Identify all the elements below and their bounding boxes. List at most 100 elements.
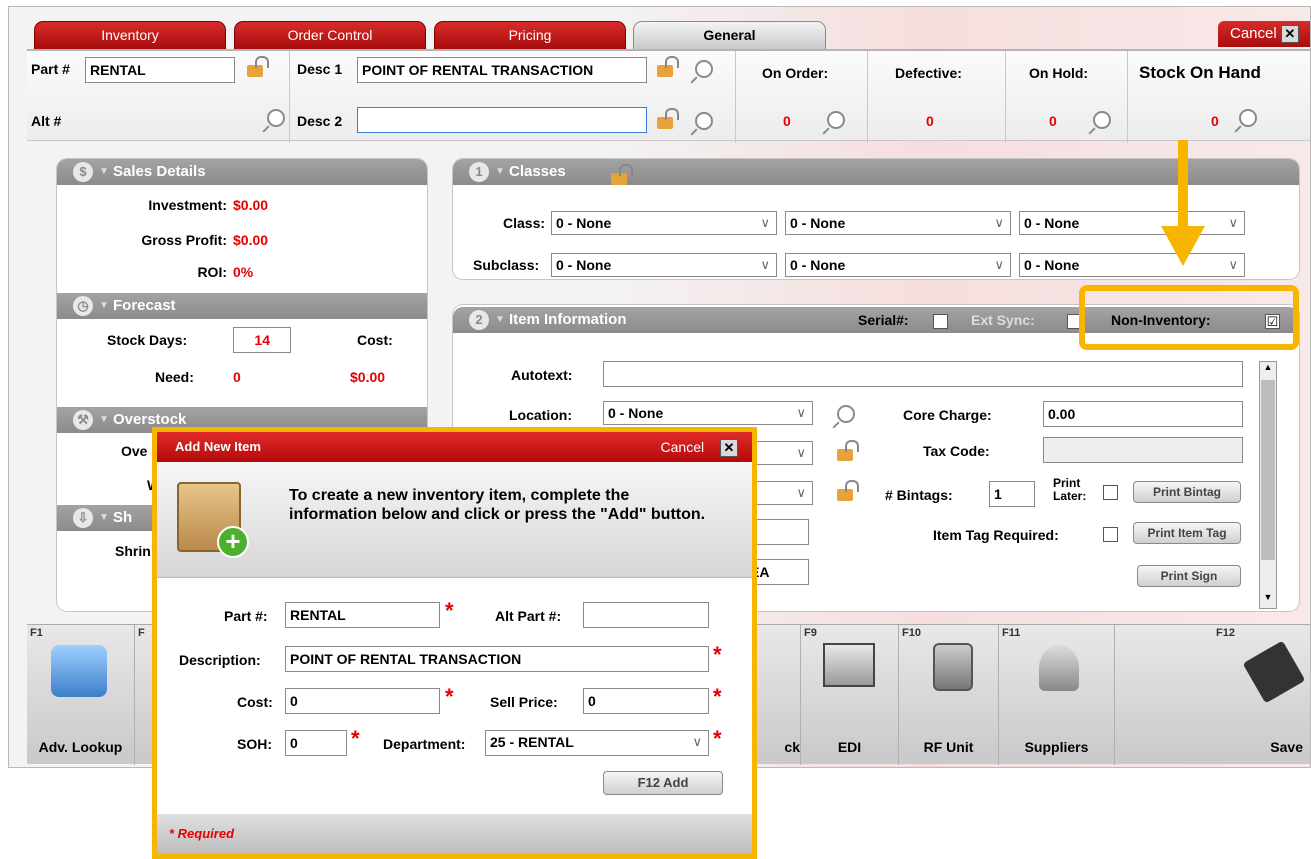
add-plus-icon: +	[217, 526, 249, 558]
dialog-cancel-button[interactable]: Cancel ✕	[661, 432, 738, 462]
wrench-icon: ⚒	[73, 410, 93, 430]
scrollbar-thumb[interactable]	[1261, 380, 1275, 560]
chevron-down-icon: ∨	[692, 734, 702, 749]
soh-input[interactable]: 0	[285, 730, 347, 756]
print-later-checkbox[interactable]	[1103, 485, 1118, 500]
print-item-tag-button[interactable]: Print Item Tag	[1133, 522, 1241, 544]
cancel-button[interactable]: Cancel ✕	[1218, 21, 1310, 47]
fkey-suppliers[interactable]: F11 Suppliers	[999, 625, 1115, 765]
desc1-input[interactable]: POINT OF RENTAL TRANSACTION	[357, 57, 647, 83]
cost-label: Cost:	[237, 694, 273, 710]
part-number-input[interactable]: RENTAL	[285, 602, 440, 628]
serial-checkbox[interactable]	[933, 314, 948, 329]
fkey-adv-lookup[interactable]: F1 Adv. Lookup	[27, 625, 135, 765]
on-order-label: On Order:	[762, 65, 829, 81]
defective-label: Defective:	[895, 65, 962, 81]
need-value: 0	[233, 369, 241, 385]
lock-icon[interactable]	[657, 56, 679, 77]
non-inventory-highlight	[1079, 285, 1299, 350]
sell-price-input[interactable]: 0	[583, 688, 709, 714]
dialog-title: Add New Item	[175, 439, 261, 454]
fkey-check[interactable]: ck	[757, 625, 801, 765]
class-select-2-value: 0 - None	[790, 215, 846, 231]
autotext-input[interactable]	[603, 361, 1243, 387]
search-icon[interactable]	[827, 111, 845, 129]
tax-code-input[interactable]	[1043, 437, 1243, 463]
department-value: 25 - RENTAL	[490, 734, 574, 750]
floppy-disk-icon	[1242, 640, 1306, 704]
collapse-icon: ▼	[99, 166, 109, 177]
subclass-select-2[interactable]: 0 - None ∨	[785, 253, 1011, 277]
class-select-2[interactable]: 0 - None ∨	[785, 211, 1011, 235]
required-marker: *	[713, 726, 722, 751]
shrink-row-label: Shrin	[115, 543, 151, 559]
investment-value: $0.00	[233, 197, 269, 213]
description-input[interactable]: POINT OF RENTAL TRANSACTION	[285, 646, 709, 672]
lock-icon[interactable]	[611, 164, 633, 185]
classes-header[interactable]: 1 ▼ Classes	[453, 159, 1299, 185]
collapse-icon: ▼	[99, 512, 109, 523]
subclass-select-1[interactable]: 0 - None ∨	[551, 253, 777, 277]
core-charge-label: Core Charge:	[903, 407, 992, 423]
lock-icon[interactable]	[837, 480, 859, 501]
fkey-save[interactable]: F12 Save	[1213, 625, 1310, 765]
print-bintag-button[interactable]: Print Bintag	[1133, 481, 1241, 503]
add-new-item-dialog: Add New Item Cancel ✕ + To create a new …	[152, 427, 757, 859]
stock-days-stepper[interactable]: 14	[233, 327, 291, 353]
add-button[interactable]: F12 Add	[603, 771, 723, 795]
search-icon[interactable]	[267, 109, 285, 127]
overstock-title: Overstock	[113, 411, 187, 428]
lock-icon[interactable]	[247, 56, 269, 77]
alt-part-label: Alt Part #:	[495, 608, 562, 624]
defective-value: 0	[926, 113, 934, 129]
required-marker: *	[445, 598, 454, 623]
search-icon[interactable]	[695, 60, 713, 78]
collapse-icon: ▼	[99, 300, 109, 311]
class-select-1[interactable]: 0 - None ∨	[551, 211, 777, 235]
part-label: Part #:	[224, 608, 268, 624]
dialog-instructions-area: + To create a new inventory item, comple…	[157, 462, 752, 578]
location-select[interactable]: 0 - None ∨	[603, 401, 813, 425]
bintags-stepper[interactable]: 1	[989, 481, 1035, 507]
subclass-select-3[interactable]: 0 - None ∨	[1019, 253, 1245, 277]
classes-title: Classes	[509, 163, 566, 180]
item-tag-required-label: Item Tag Required:	[933, 527, 1059, 543]
tab-inventory[interactable]: Inventory	[34, 21, 226, 49]
core-charge-input[interactable]: 0.00	[1043, 401, 1243, 427]
fkey-label: EDI	[837, 739, 862, 755]
gross-profit-value: $0.00	[233, 232, 269, 248]
tab-order-control[interactable]: Order Control	[234, 21, 426, 49]
class-select-3[interactable]: 0 - None ∨	[1019, 211, 1245, 235]
print-sign-button[interactable]: Print Sign	[1137, 565, 1241, 587]
cost-input[interactable]: 0	[285, 688, 440, 714]
alt-part-input[interactable]	[583, 602, 709, 628]
description-label: Description:	[179, 652, 261, 668]
scroll-up-icon[interactable]: ▲	[1260, 362, 1276, 378]
fkey-rf-unit[interactable]: F10 RF Unit	[899, 625, 999, 765]
forecast-header[interactable]: ◷ ▼ Forecast	[57, 293, 427, 319]
sales-details-header[interactable]: $ ▼ Sales Details	[57, 159, 427, 185]
search-icon[interactable]	[695, 112, 713, 130]
collapse-icon: ▼	[495, 314, 505, 325]
department-select[interactable]: 25 - RENTAL ∨	[485, 730, 709, 756]
lock-icon[interactable]	[837, 440, 859, 461]
handheld-scanner-icon	[933, 643, 973, 691]
search-icon[interactable]	[837, 405, 855, 423]
search-icon[interactable]	[1239, 109, 1257, 127]
scrollbar[interactable]: ▲ ▼	[1259, 361, 1277, 609]
subclass-select-2-value: 0 - None	[790, 257, 846, 273]
scroll-down-icon[interactable]: ▼	[1260, 592, 1276, 608]
divider	[867, 51, 868, 143]
part-number-input[interactable]: RENTAL	[85, 57, 235, 83]
tab-general[interactable]: General	[633, 21, 826, 49]
search-icon[interactable]	[1093, 111, 1111, 129]
lock-icon[interactable]	[657, 108, 679, 129]
item-tag-required-checkbox[interactable]	[1103, 527, 1118, 542]
stock-days-value: 14	[254, 332, 270, 348]
fkey-edi[interactable]: F9 EDI	[801, 625, 899, 765]
desc2-input[interactable]	[357, 107, 647, 133]
chevron-down-icon: ∨	[1228, 257, 1238, 272]
desc2-label: Desc 2	[297, 113, 343, 129]
divider	[289, 51, 290, 143]
tab-pricing[interactable]: Pricing	[434, 21, 626, 49]
